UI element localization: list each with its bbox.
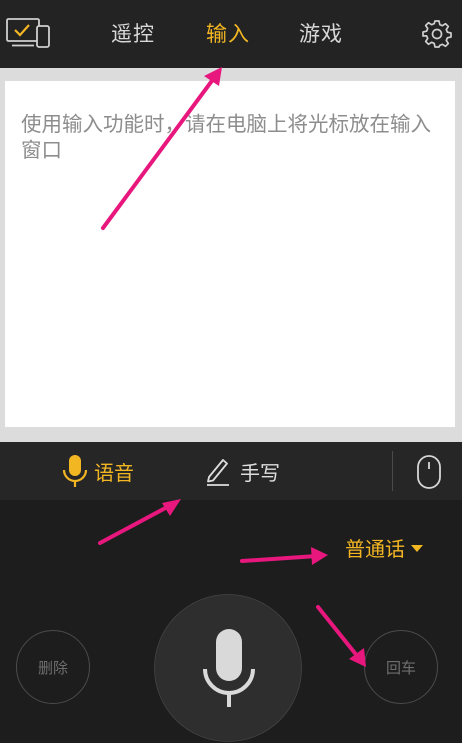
input-panel: [0, 68, 462, 442]
tab-game[interactable]: 游戏: [299, 18, 343, 48]
tab-input[interactable]: 输入: [206, 18, 250, 48]
tab-remote[interactable]: 遥控: [111, 18, 155, 48]
mouse-icon[interactable]: [416, 454, 442, 490]
divider: [392, 451, 393, 491]
enter-button[interactable]: 回车: [364, 630, 438, 704]
settings-icon[interactable]: [422, 19, 452, 49]
handwrite-mode-label: 手写: [240, 460, 280, 485]
top-nav-bar: 遥控 输入 游戏: [0, 0, 462, 68]
microphone-icon: [62, 455, 88, 487]
input-mode-bar: 语音 手写: [0, 442, 462, 500]
large-microphone-icon: [203, 629, 255, 707]
handwrite-mode-tab[interactable]: 手写: [205, 453, 280, 489]
voice-mode-tab[interactable]: 语音: [62, 453, 134, 489]
voice-panel: 普通话 删除 回车: [0, 500, 462, 743]
devices-icon[interactable]: [6, 18, 50, 48]
language-select[interactable]: 普通话: [345, 533, 423, 561]
pencil-icon: [207, 459, 229, 486]
voice-record-button[interactable]: [154, 594, 302, 742]
dropdown-caret-icon: [411, 544, 423, 552]
language-label: 普通话: [345, 536, 405, 561]
delete-button[interactable]: 删除: [16, 630, 90, 704]
text-input-area[interactable]: [5, 81, 455, 427]
voice-mode-label: 语音: [94, 460, 134, 485]
